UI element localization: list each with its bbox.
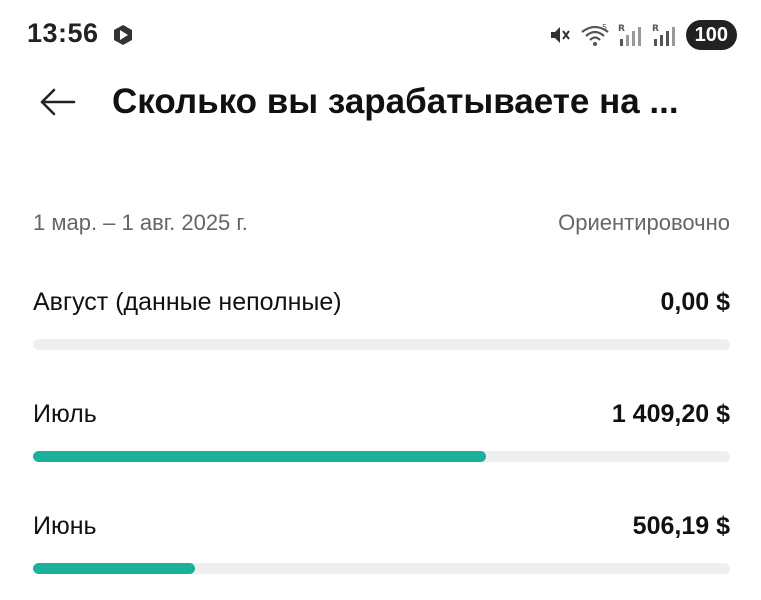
progress-track	[33, 451, 730, 462]
month-row-june: Июнь 506,19 $	[33, 512, 730, 574]
month-label: Июнь	[33, 512, 97, 540]
progress-fill	[33, 451, 487, 462]
month-label: Август (данные неполные)	[33, 288, 342, 316]
battery-badge: 100	[685, 20, 737, 50]
status-bar: 13:56 5 R R 100	[0, 0, 761, 70]
month-amount: 0,00 $	[660, 288, 730, 316]
month-amount: 1 409,20 $	[611, 400, 730, 428]
page-title: Сколько вы зарабатываете на ...	[112, 82, 679, 121]
svg-text:5: 5	[602, 23, 607, 32]
svg-text:R: R	[618, 24, 625, 34]
earnings-summary: 1 мар. – 1 авг. 2025 г. Ориентировочно	[33, 210, 730, 236]
signal-roaming-icon: R	[652, 24, 675, 46]
status-icons: 5 R R 100	[548, 18, 737, 52]
wifi-icon: 5	[580, 23, 609, 46]
mute-icon	[550, 27, 570, 43]
app-header: Сколько вы зарабатываете на ...	[0, 70, 761, 140]
media-app-icon	[114, 25, 132, 45]
month-amount: 506,19 $	[632, 512, 730, 540]
status-time: 13:56	[27, 18, 99, 48]
progress-track	[33, 563, 730, 574]
progress-fill	[33, 563, 196, 574]
month-row-august: Август (данные неполные) 0,00 $	[33, 288, 730, 350]
progress-track	[33, 339, 730, 350]
month-row-july: Июль 1 409,20 $	[33, 400, 730, 462]
signal-roaming-icon: R	[618, 24, 641, 46]
date-range: 1 мар. – 1 авг. 2025 г.	[33, 210, 248, 235]
back-arrow-icon[interactable]	[38, 82, 78, 122]
svg-text:R: R	[652, 24, 659, 34]
estimate-note: Ориентировочно	[558, 210, 730, 235]
month-label: Июль	[33, 400, 97, 428]
